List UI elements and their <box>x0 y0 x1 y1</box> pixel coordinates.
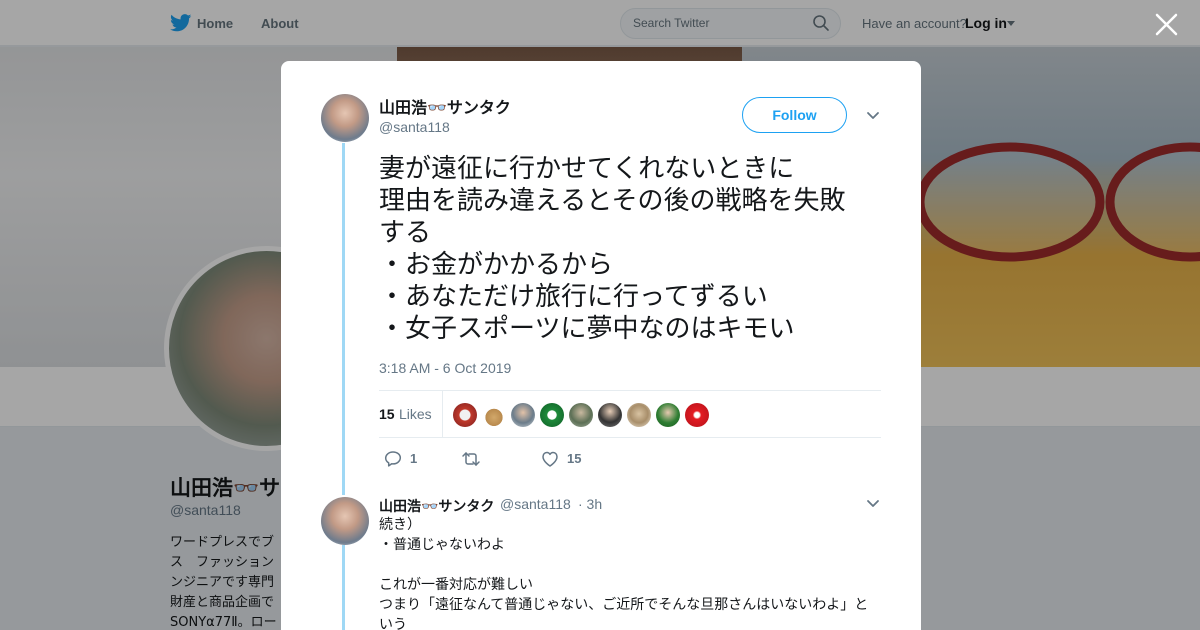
reply-timestamp[interactable]: · 3h <box>578 496 602 512</box>
reply-icon[interactable] <box>383 449 403 469</box>
liker-avatar[interactable] <box>598 403 622 427</box>
liker-avatar[interactable] <box>627 403 651 427</box>
liker-avatar[interactable] <box>685 403 709 427</box>
tweet-author-name[interactable]: 山田浩👓サンタク <box>379 94 511 118</box>
tweet-text-line: ・お金がかかるから <box>379 250 614 280</box>
tweet-text-line: 理由を読み違えるとその後の戦略を失敗 <box>379 186 846 216</box>
likes-label[interactable]: Likes <box>399 406 432 422</box>
tweet-text-line: 妻が遠征に行かせてくれないときに <box>379 154 795 184</box>
tweet-actions: 1 15 <box>379 449 679 469</box>
reply-text-line: つまり「遠征なんて普通じゃない、ご近所でそんな旦那さんはいないわよ」と <box>379 597 869 613</box>
tweet-text-line: する <box>379 218 432 248</box>
reply-author-handle[interactable]: @santa118 <box>500 496 571 512</box>
stats-divider <box>442 391 443 438</box>
reply-text-line <box>379 555 879 575</box>
tweet-modal: 山田浩👓サンタク @santa118 Follow 妻が遠征に行かせてくれないと… <box>281 61 921 630</box>
chevron-down-icon[interactable] <box>866 499 880 509</box>
liker-avatar[interactable] <box>482 403 506 427</box>
likes-count[interactable]: 15 <box>379 406 395 422</box>
liker-avatar[interactable] <box>569 403 593 427</box>
reply-text-line: これが一番対応が難しい <box>379 577 533 593</box>
heart-icon[interactable] <box>540 449 560 469</box>
avatar[interactable] <box>321 497 369 545</box>
thread-connector-line <box>342 143 345 495</box>
thread-connector-line <box>342 545 345 630</box>
avatar[interactable] <box>321 94 369 142</box>
close-icon[interactable] <box>1154 12 1179 37</box>
reply-text-line: 続き） <box>379 517 421 533</box>
liker-avatar[interactable] <box>453 403 477 427</box>
reply-text: 続き） ・普通じゃないわよ これが一番対応が難しい つまり「遠征なんて普通じゃな… <box>379 515 879 630</box>
follow-button[interactable]: Follow <box>742 97 847 133</box>
tweet-timestamp[interactable]: 3:18 AM - 6 Oct 2019 <box>379 360 511 376</box>
liker-avatar[interactable] <box>540 403 564 427</box>
tweet-author-handle[interactable]: @santa118 <box>379 119 450 135</box>
tweet-text-line: ・あなただけ旅行に行ってずるい <box>379 282 768 312</box>
tweet-text-line: ・女子スポーツに夢中なのはキモい <box>379 314 795 344</box>
reply-count: 1 <box>410 451 418 466</box>
tweet-text: 妻が遠征に行かせてくれないときに 理由を読み違えるとその後の戦略を失敗 する ・… <box>379 153 889 345</box>
liker-avatar[interactable] <box>511 403 535 427</box>
reply-text-line: いう <box>379 617 407 630</box>
chevron-down-icon[interactable] <box>866 111 880 121</box>
like-count: 15 <box>567 451 582 466</box>
tweet-stats: 15 Likes <box>379 390 881 438</box>
reply-text-line: ・普通じゃないわよ <box>379 537 505 553</box>
liker-avatar[interactable] <box>656 403 680 427</box>
reply-author-name[interactable]: 山田浩👓サンタク <box>379 496 494 516</box>
retweet-icon[interactable] <box>461 449 481 469</box>
